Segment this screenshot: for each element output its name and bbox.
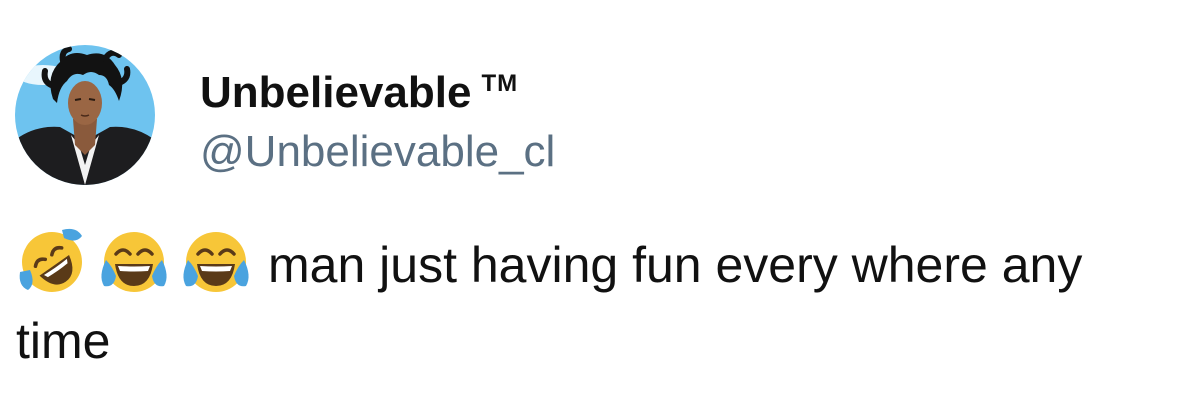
- face-with-tears-of-joy-icon: [98, 226, 170, 298]
- anime-character-avatar-icon: [15, 45, 155, 185]
- trademark-suffix: TM: [481, 70, 519, 97]
- avatar[interactable]: [15, 45, 155, 185]
- user-handle[interactable]: @Unbelievable_cl: [200, 124, 555, 180]
- tweet-body: man just having fun every where any time: [16, 226, 1186, 379]
- display-name[interactable]: Unbelievable TM: [200, 56, 518, 121]
- face-with-tears-of-joy-icon: [180, 226, 252, 298]
- display-name-text: Unbelievable: [200, 68, 472, 117]
- tweet-text: man just having fun every where any time: [16, 237, 1083, 369]
- rolling-on-floor-laughing-icon: [16, 226, 88, 298]
